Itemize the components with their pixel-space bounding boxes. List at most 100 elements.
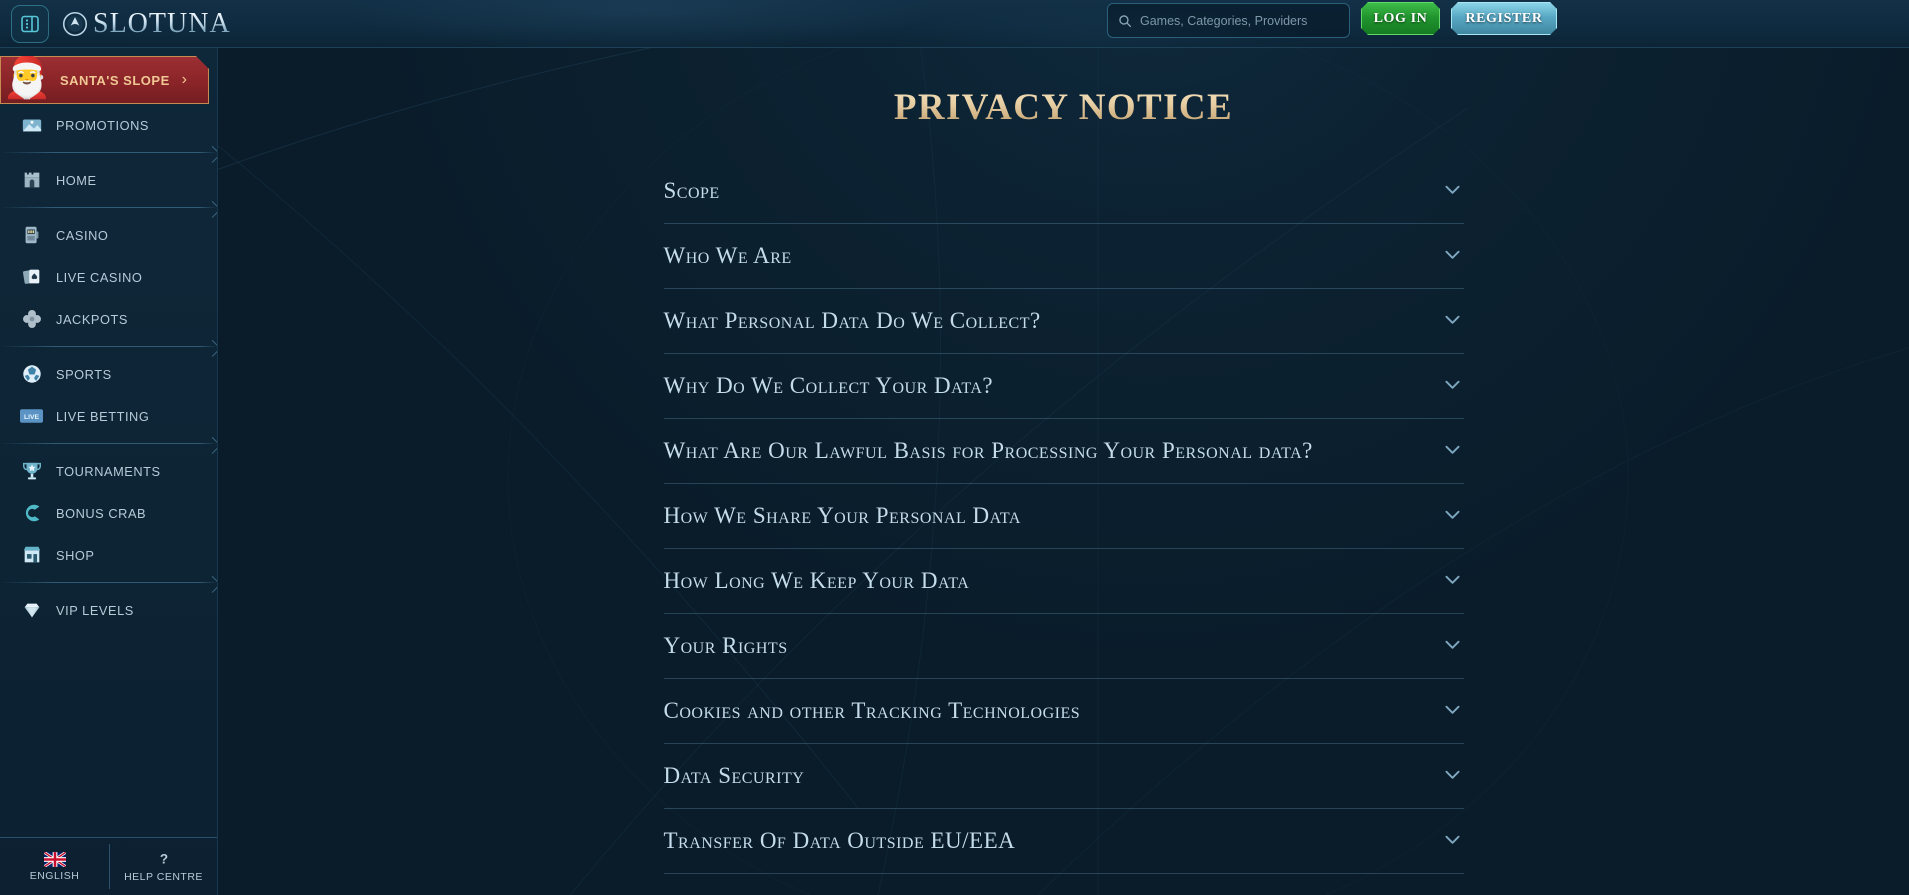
chevron-down-icon[interactable] [1444, 507, 1460, 525]
register-button-label: REGISTER [1465, 10, 1543, 26]
accordion-item[interactable]: Who We Are [663, 224, 1464, 289]
sidebar-item-shop[interactable]: SHOP [0, 534, 217, 576]
sidebar-item-label: HOME [56, 172, 97, 188]
accordion-item[interactable]: What Are Our Lawful Basis for Processing… [663, 419, 1464, 484]
login-button[interactable]: LOG IN [1361, 2, 1440, 35]
promo-banner-santas-slope[interactable]: 🎅 SANTA'S SLOPE › [0, 56, 209, 104]
svg-text:?: ? [159, 852, 167, 867]
svg-text:LIVE: LIVE [24, 414, 40, 421]
chevron-down-icon[interactable] [1444, 182, 1460, 200]
accordion-item-title: How Long We Keep Your Data [663, 568, 970, 593]
sidebar-item-label: SHOP [56, 547, 95, 563]
chevron-down-icon[interactable] [1444, 312, 1460, 330]
chevron-down-icon[interactable] [1444, 572, 1460, 590]
accordion-item[interactable]: Your Rights [663, 614, 1464, 679]
sidebar-divider [0, 346, 217, 347]
sidebar-item-vip-levels[interactable]: VIP LEVELS [0, 589, 217, 631]
sidebar-item-label: VIP LEVELS [56, 602, 134, 618]
chevron-down-icon[interactable] [1444, 832, 1460, 850]
slotuna-emblem-icon [62, 11, 88, 37]
playing-cards-icon [20, 266, 43, 289]
live-badge-icon: LIVE [20, 405, 43, 428]
chevron-down-icon[interactable] [1444, 702, 1460, 720]
sidebar-item-casino[interactable]: CASINO [0, 214, 217, 256]
chevron-down-icon[interactable] [1444, 637, 1460, 655]
accordion-item-title: Transfer Of Data Outside EU/EEA [663, 828, 1016, 853]
sidebar-divider [0, 152, 217, 153]
sidebar-item-label: LIVE CASINO [56, 269, 143, 285]
accordion-item[interactable]: What Personal Data Do We Collect? [663, 289, 1464, 354]
brand-logo[interactable]: SLOTUNA [62, 2, 231, 46]
sidebar-item-jackpots[interactable]: JACKPOTS [0, 298, 217, 340]
sidebar-item-label: PROMOTIONS [56, 117, 149, 133]
accordion-item[interactable]: Change in Ownership or Control [664, 874, 1464, 895]
sidebar-divider [0, 443, 217, 444]
sidebar-nav: PROMOTIONS HOME CASINO LIVE CASINO JACKPOTS S… [0, 104, 217, 631]
accordion-item[interactable]: Cookies and other Tracking Technologies [663, 679, 1464, 744]
uk-flag-icon [43, 851, 66, 867]
sidebar-item-label: CASINO [56, 227, 109, 243]
top-header: SLOTUNA LOG IN REGISTER [0, 0, 1909, 48]
sidebar-footer: ENGLISH ? HELP CENTRE [0, 837, 217, 895]
app-root: SLOTUNA LOG IN REGISTER 🎅 SANTA'S SLOPE … [0, 0, 1909, 895]
chevron-down-icon[interactable] [1444, 767, 1460, 785]
slot-machine-icon [20, 224, 43, 247]
accordion-item-title: Your Rights [663, 633, 788, 658]
left-sidebar: 🎅 SANTA'S SLOPE › PROMOTIONS HOME CASINO LI… [0, 48, 218, 895]
search-box[interactable] [1107, 3, 1350, 38]
accordion-item-title: Who We Are [663, 243, 792, 268]
football-icon [20, 363, 43, 386]
sidebar-item-live-casino[interactable]: LIVE CASINO [0, 256, 217, 298]
sidebar-item-promotions[interactable]: PROMOTIONS [0, 104, 217, 146]
accordion-item-title: Data Security [663, 763, 805, 788]
sidebar-item-label: TOURNAMENTS [56, 463, 161, 479]
chevron-down-icon[interactable] [1444, 377, 1460, 395]
sidebar-toggle-button[interactable] [11, 5, 49, 43]
search-icon [1119, 14, 1132, 27]
register-button[interactable]: REGISTER [1451, 2, 1557, 35]
trophy-icon [20, 460, 43, 483]
privacy-accordion: Scope Who We Are What Personal Data Do We … [663, 159, 1464, 895]
diamond-icon [20, 599, 43, 622]
main-content: PRIVACY NOTICE Scope Who We Are What Perso… [218, 48, 1909, 895]
chevron-down-icon[interactable] [1444, 247, 1460, 265]
accordion-item-title: Why Do We Collect Your Data? [663, 373, 994, 398]
home-castle-icon [20, 169, 43, 192]
accordion-item[interactable]: How We Share Your Personal Data [663, 484, 1464, 549]
crab-claw-icon [20, 502, 43, 525]
clover-icon [20, 308, 43, 331]
sidebar-item-bonus-crab[interactable]: BONUS CRAB [0, 492, 217, 534]
accordion-item[interactable]: Data Security [663, 744, 1464, 809]
sidebar-item-label: LIVE BETTING [56, 408, 150, 424]
sidebar-item-live-betting[interactable]: LIVE LIVE BETTING [0, 395, 217, 437]
sidebar-divider [0, 582, 217, 583]
brand-name: SLOTUNA [93, 8, 231, 39]
accordion-item-title: Scope [663, 178, 720, 203]
accordion-item[interactable]: Why Do We Collect Your Data? [663, 354, 1464, 419]
sidebar-divider [0, 207, 217, 208]
page-title: PRIVACY NOTICE [218, 86, 1909, 129]
promotions-icon [20, 114, 43, 137]
sidebar-item-label: JACKPOTS [56, 311, 128, 327]
sidebar-item-sports[interactable]: SPORTS [0, 353, 217, 395]
chevron-down-icon[interactable] [1444, 442, 1460, 460]
language-selector[interactable]: ENGLISH [0, 838, 109, 895]
search-input[interactable] [1140, 13, 1339, 28]
language-label: ENGLISH [29, 869, 80, 882]
sidebar-toggle-icon [21, 15, 39, 33]
accordion-item[interactable]: Scope [663, 159, 1464, 224]
sidebar-item-home[interactable]: HOME [0, 159, 217, 201]
help-centre-label: HELP CENTRE [124, 871, 203, 883]
question-mark-icon: ? [159, 852, 167, 867]
santa-avatar-icon: 🎅 [2, 56, 52, 100]
login-button-label: LOG IN [1373, 10, 1428, 26]
accordion-item[interactable]: How Long We Keep Your Data [663, 549, 1464, 614]
accordion-item-title: What Personal Data Do We Collect? [663, 308, 1041, 333]
sidebar-item-label: SPORTS [56, 366, 112, 382]
promo-banner-label: SANTA'S SLOPE [60, 72, 170, 88]
chevron-right-icon: › [181, 71, 187, 88]
sidebar-item-tournaments[interactable]: TOURNAMENTS [0, 450, 217, 492]
shop-icon [20, 544, 43, 567]
help-centre-link[interactable]: ? HELP CENTRE [109, 838, 217, 895]
accordion-item[interactable]: Transfer Of Data Outside EU/EEA [663, 809, 1464, 874]
